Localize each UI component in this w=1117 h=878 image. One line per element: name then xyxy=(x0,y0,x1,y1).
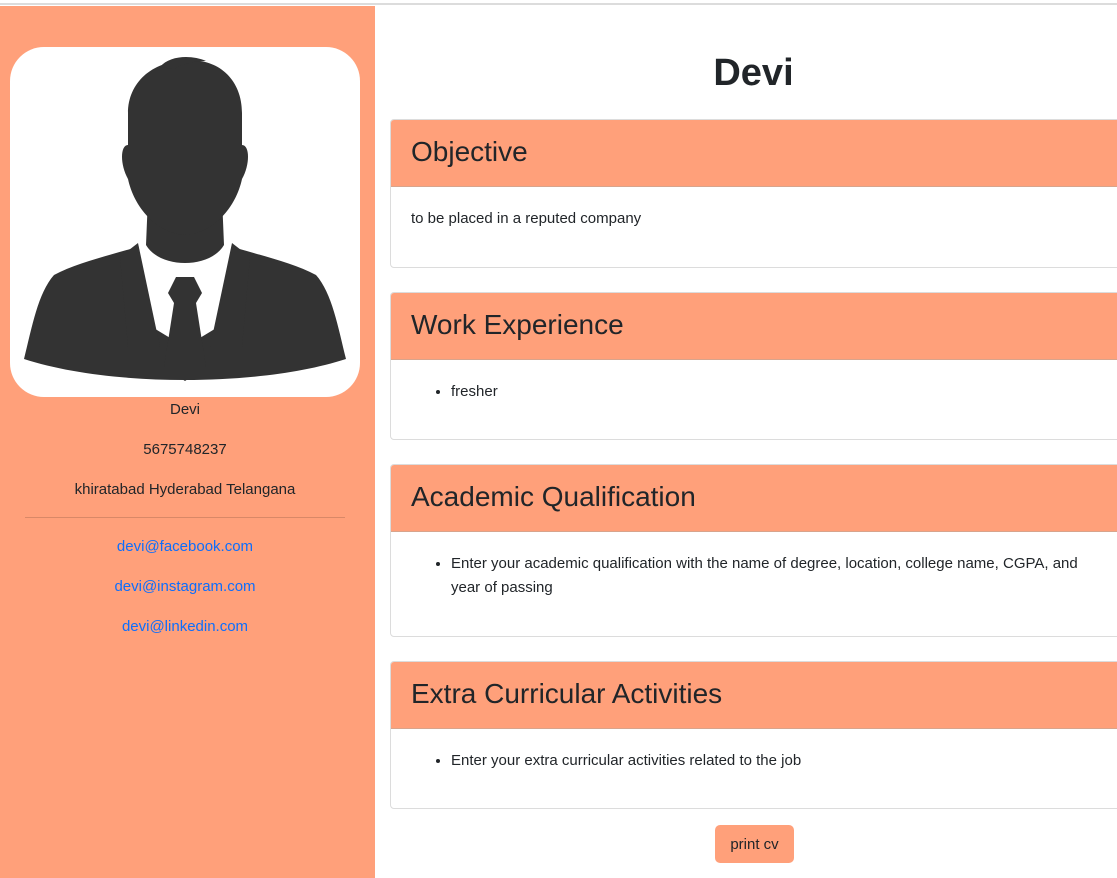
list-item: Enter your extra curricular activities r… xyxy=(451,749,1101,773)
extra-curricular-list: Enter your extra curricular activities r… xyxy=(411,749,1109,773)
browser-top-border xyxy=(0,0,1117,5)
academic-qualification-card: Academic Qualification Enter your academ… xyxy=(390,464,1117,637)
academic-qualification-body: Enter your academic qualification with t… xyxy=(391,532,1117,600)
print-cv-button[interactable]: print cv xyxy=(715,825,794,863)
work-experience-header: Work Experience xyxy=(391,293,1117,360)
objective-text: to be placed in a reputed company xyxy=(411,210,642,227)
work-experience-body: fresher xyxy=(391,360,1117,404)
list-item: Enter your academic qualification with t… xyxy=(451,552,1101,600)
objective-card: Objective to be placed in a reputed comp… xyxy=(390,119,1117,268)
profile-photo xyxy=(10,47,360,397)
extra-curricular-header: Extra Curricular Activities xyxy=(391,662,1117,729)
instagram-link[interactable]: devi@instagram.com xyxy=(0,577,370,597)
person-silhouette-icon xyxy=(24,57,346,381)
profile-phone: 5675748237 xyxy=(143,441,227,458)
sidebar-divider xyxy=(25,517,345,518)
objective-header: Objective xyxy=(391,120,1117,187)
objective-body: to be placed in a reputed company xyxy=(391,187,1117,231)
page-title: Devi xyxy=(713,52,794,94)
list-item: fresher xyxy=(451,380,1101,404)
facebook-link[interactable]: devi@facebook.com xyxy=(0,537,370,557)
academic-qualification-list: Enter your academic qualification with t… xyxy=(411,552,1109,600)
work-experience-card: Work Experience fresher xyxy=(390,292,1117,440)
extra-curricular-card: Extra Curricular Activities Enter your e… xyxy=(390,661,1117,809)
sidebar: Devi 5675748237 khiratabad Hyderabad Tel… xyxy=(0,6,375,878)
profile-address: khiratabad Hyderabad Telangana xyxy=(74,481,296,498)
academic-qualification-header: Academic Qualification xyxy=(391,465,1117,532)
linkedin-link[interactable]: devi@linkedin.com xyxy=(0,617,370,637)
profile-name: Devi xyxy=(169,401,200,418)
extra-curricular-body: Enter your extra curricular activities r… xyxy=(391,729,1117,773)
work-experience-list: fresher xyxy=(411,380,1109,404)
